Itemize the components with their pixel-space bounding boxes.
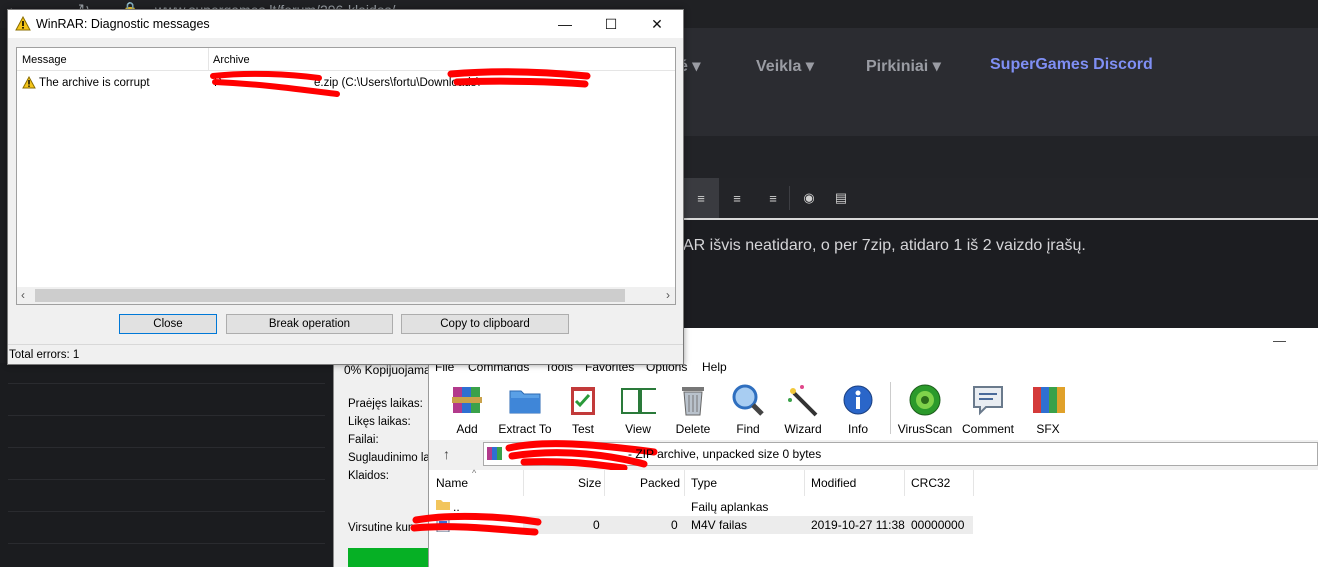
post-text: AR išvis neatidaro, o per 7zip, atidaro … [683,237,1086,254]
minimize-button[interactable]: — [1273,333,1286,348]
warning-icon [22,76,36,89]
scroll-right-icon[interactable]: › [666,288,670,302]
zip-archive-icon [487,447,502,460]
editor-toolbar: ≡ ≡ ≡ ◉ ▤ [683,178,1318,220]
horizontal-scrollbar[interactable]: ‹ › [17,287,675,304]
post-editor[interactable]: AR išvis neatidaro, o per 7zip, atidaro … [683,220,1318,328]
find-button[interactable]: Find [718,382,778,436]
comment-icon [970,382,1006,418]
up-arrow-icon[interactable]: ↑ [443,446,450,462]
archive-path-text: - ZIP archive, unpacked size 0 bytes [628,447,822,461]
document-icon[interactable]: ▤ [823,178,859,218]
forum-left-panel [0,363,333,567]
test-button[interactable]: Test [553,382,613,436]
dialog-title: WinRAR: Diagnostic messages [36,17,210,31]
col-packed[interactable]: Packed [640,476,680,490]
message-text: The archive is corrupt [39,77,150,89]
site-navigation: é ▾ Veikla ▾ Pirkiniai ▾ SuperGames Disc… [679,28,1318,136]
diagnostic-dialog: WinRAR: Diagnostic messages — ☐ ✕ Messag… [7,9,684,365]
close-button[interactable]: Close [119,314,217,334]
redaction-mark [410,512,542,536]
wand-icon [785,382,821,418]
files-label: Failai: [348,434,379,446]
menu-help[interactable]: Help [702,360,727,374]
close-icon[interactable]: ✕ [634,13,680,35]
delete-button[interactable]: Delete [663,382,723,436]
col-type[interactable]: Type [691,476,717,490]
errors-label: Klaidos: [348,470,389,482]
test-clipboard-icon [565,382,601,418]
align-center-icon[interactable]: ≡ [719,178,755,218]
wizard-button[interactable]: Wizard [773,382,833,436]
nav-item-veikla[interactable]: Veikla ▾ [756,56,814,76]
maximize-button[interactable]: ☐ [588,13,634,35]
scroll-left-icon[interactable]: ‹ [21,288,25,302]
status-bar: Total errors: 1 [8,344,683,365]
copy-to-clipboard-button[interactable]: Copy to clipboard [401,314,569,334]
nav-item-discord[interactable]: SuperGames Discord [990,56,1153,74]
align-right-icon[interactable]: ≡ [755,178,791,218]
toolbar-separator [890,382,891,434]
elapsed-label: Praėjęs laikas: [348,398,423,410]
redaction-mark [447,68,591,88]
virus-scan-icon [907,382,943,418]
redaction-mark [210,70,340,97]
file-list: Name ^ Size Packed Type Modified CRC32 .… [429,468,1318,567]
folder-icon [436,500,450,510]
col-crc32[interactable]: CRC32 [911,476,950,490]
list-item[interactable]: The archive is corrupt P e.zip (C:\Users… [17,68,675,97]
table-row[interactable] [523,516,973,534]
diagnostic-list: Message Archive The archive is corrupt P… [16,47,676,305]
winrar-toolbar: Add Extract To Test View Delete Find Wiz… [429,376,1318,440]
extract-folder-icon [507,382,543,418]
sfx-books-icon [1030,382,1066,418]
view-book-icon [620,382,656,418]
add-button[interactable]: Add [437,382,497,436]
col-modified[interactable]: Modified [811,476,856,490]
progress-bar [348,548,438,567]
compression-label: Suglaudinimo laip [348,452,439,464]
trash-icon [675,382,711,418]
progress-title: 0% Kopijuojama [344,363,431,377]
archive-path-field[interactable]: - ZIP archive, unpacked size 0 bytes [483,440,1318,470]
virusscan-button[interactable]: VirusScan [895,382,955,436]
col-size[interactable]: Size [578,476,601,490]
total-errors: Total errors: 1 [9,349,80,361]
remaining-label: Likęs laikas: [348,416,411,428]
toolbar-divider [789,186,790,210]
comment-button[interactable]: Comment [958,382,1018,436]
break-operation-button[interactable]: Break operation [226,314,393,334]
magnifier-icon [730,382,766,418]
add-archive-icon [449,382,485,418]
site-subheader [683,136,1318,178]
extract-to-button[interactable]: Extract To [495,382,555,436]
info-icon [840,382,876,418]
col-name[interactable]: Name [436,476,468,490]
warning-icon [15,16,31,31]
scrollbar-thumb[interactable] [35,289,625,302]
preview-eye-icon[interactable]: ◉ [791,178,827,218]
sfx-button[interactable]: SFX [1018,382,1078,436]
info-button[interactable]: Info [828,382,888,436]
nav-item-pirkiniai[interactable]: Pirkiniai ▾ [866,56,941,76]
dialog-titlebar: WinRAR: Diagnostic messages — ☐ ✕ [8,10,683,38]
align-left-icon[interactable]: ≡ [683,178,719,218]
sort-arrow-icon: ^ [472,468,477,478]
path-bar: ↑ - ZIP archive, unpacked size 0 bytes [429,440,1318,470]
col-archive[interactable]: Archive [213,54,250,66]
col-message[interactable]: Message [22,54,67,66]
view-button[interactable]: View [608,382,668,436]
minimize-button[interactable]: — [542,13,588,35]
